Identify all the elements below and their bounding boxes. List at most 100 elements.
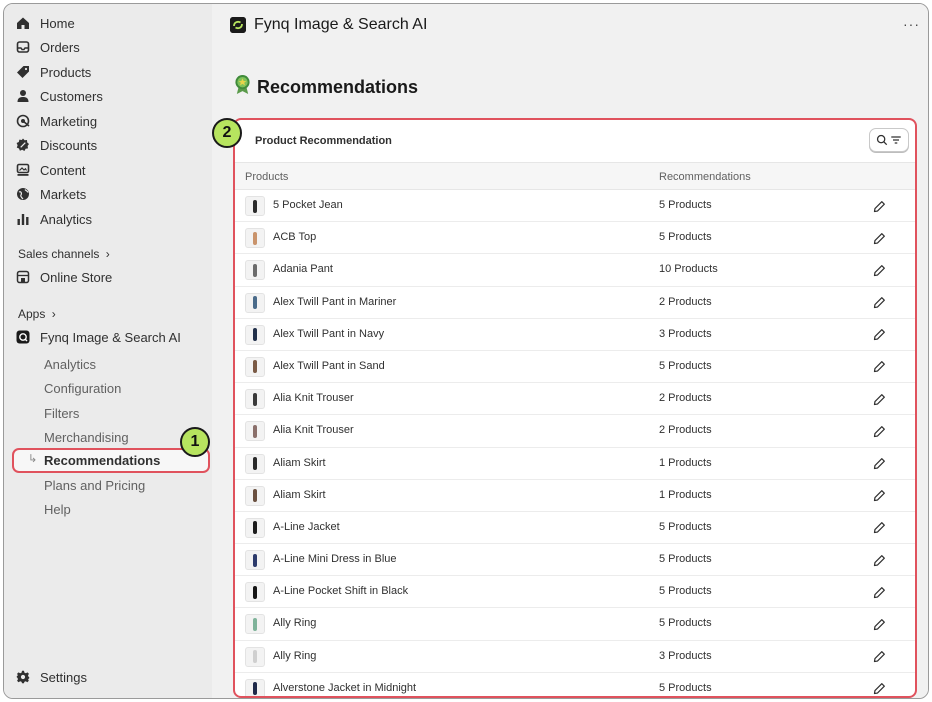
- edit-button[interactable]: [871, 520, 887, 536]
- sidebar-item-marketing[interactable]: Marketing: [16, 110, 97, 132]
- recommendation-count: 5 Products: [659, 231, 712, 244]
- table-row[interactable]: Alex Twill Pant in Navy 3 Products: [235, 319, 915, 351]
- sidebar-item-markets[interactable]: Markets: [16, 183, 86, 205]
- table-header: Products Recommendations: [235, 162, 915, 190]
- pencil-icon: [873, 490, 885, 502]
- pencil-icon: [873, 393, 885, 405]
- sidebar-subitem-recommendations[interactable]: Recommendations: [44, 449, 160, 471]
- product-image: [253, 296, 257, 310]
- app-title: Fynq Image & Search AI: [254, 16, 428, 33]
- sidebar-subitem-help[interactable]: Help: [44, 498, 71, 520]
- sidebar-item-analytics[interactable]: Analytics: [16, 208, 92, 230]
- sidebar-item-settings[interactable]: Settings: [16, 666, 87, 688]
- table-row[interactable]: 5 Pocket Jean 5 Products: [235, 190, 915, 223]
- table-row[interactable]: A-Line Jacket 5 Products: [235, 512, 915, 545]
- sidebar-subitem-plans-and-pricing[interactable]: Plans and Pricing: [44, 474, 145, 496]
- product-thumbnail: [245, 421, 265, 442]
- product-image: [253, 553, 257, 567]
- sidebar-item-content[interactable]: Content: [16, 159, 86, 181]
- table-row[interactable]: Alia Knit Trouser 2 Products: [235, 415, 915, 448]
- product-image: [253, 521, 257, 535]
- edit-button[interactable]: [871, 423, 887, 439]
- annotation-badge-1: 1: [180, 427, 210, 457]
- home-icon: [16, 16, 30, 30]
- product-image: [253, 617, 257, 631]
- table-row[interactable]: A-Line Pocket Shift in Black 5 Products: [235, 576, 915, 609]
- sales-channels-heading[interactable]: Sales channels ›: [18, 247, 110, 261]
- sidebar-subitem-filters[interactable]: Filters: [44, 402, 79, 424]
- edit-button[interactable]: [871, 359, 887, 375]
- sidebar-item-label: Discounts: [40, 137, 98, 153]
- chevron-right-icon: ›: [105, 247, 110, 261]
- edit-button[interactable]: [871, 616, 887, 632]
- product-thumbnail: [245, 228, 265, 249]
- pencil-icon: [873, 361, 885, 373]
- recommendation-count: 5 Products: [659, 617, 712, 630]
- sidebar-item-home[interactable]: Home: [16, 12, 75, 34]
- chevron-right-icon: ›: [51, 307, 56, 321]
- sidebar-item-label: Customers: [40, 88, 103, 104]
- filter-icon: [891, 136, 901, 144]
- sidebar-subitem-analytics[interactable]: Analytics: [44, 353, 96, 375]
- sidebar-item-discounts[interactable]: Discounts: [16, 134, 97, 156]
- edit-button[interactable]: [871, 391, 887, 407]
- table-row[interactable]: Alex Twill Pant in Mariner 2 Products: [235, 287, 915, 319]
- pencil-icon: [873, 200, 885, 212]
- table-row[interactable]: Aliam Skirt 1 Products: [235, 448, 915, 480]
- edit-button[interactable]: [871, 327, 887, 343]
- table-row[interactable]: Alia Knit Trouser 2 Products: [235, 383, 915, 416]
- edit-button[interactable]: [871, 262, 887, 278]
- sidebar-subitem-configuration[interactable]: Configuration: [44, 377, 121, 399]
- recommendation-count: 1 Products: [659, 488, 712, 501]
- recommendation-count: 5 Products: [659, 359, 712, 372]
- sidebar-item-customers[interactable]: Customers: [16, 85, 103, 107]
- pencil-icon: [873, 264, 885, 276]
- product-name: Alex Twill Pant in Navy: [273, 327, 385, 340]
- table-row[interactable]: Alex Twill Pant in Sand 5 Products: [235, 351, 915, 384]
- person-icon: [16, 89, 30, 103]
- sidebar-item-products[interactable]: Products: [16, 61, 91, 83]
- product-thumbnail: [245, 485, 265, 506]
- table-row[interactable]: A-Line Mini Dress in Blue 5 Products: [235, 544, 915, 577]
- target-icon: [16, 114, 30, 128]
- table-row[interactable]: ACB Top 5 Products: [235, 222, 915, 255]
- card-title: Product Recommendation: [255, 135, 392, 147]
- table-row[interactable]: Alverstone Jacket in Midnight 5 Products: [235, 673, 915, 696]
- recommendation-count: 5 Products: [659, 520, 712, 533]
- edit-button[interactable]: [871, 456, 887, 472]
- recommendation-count: 5 Products: [659, 199, 712, 211]
- edit-button[interactable]: [871, 488, 887, 504]
- search-filter-button[interactable]: [869, 128, 909, 152]
- product-name: Adania Pant: [273, 263, 333, 276]
- more-actions-button[interactable]: ···: [903, 16, 920, 32]
- product-image: [253, 360, 257, 374]
- edit-button[interactable]: [871, 295, 887, 311]
- table-row[interactable]: Adania Pant 10 Products: [235, 254, 915, 287]
- edit-button[interactable]: [871, 552, 887, 568]
- pencil-icon: [873, 619, 885, 631]
- recommendation-count: 3 Products: [659, 649, 712, 662]
- edit-button[interactable]: [871, 681, 887, 696]
- sidebar-item-label: Marketing: [40, 113, 98, 129]
- award-badge-icon: [234, 74, 251, 100]
- product-image: [253, 328, 257, 342]
- edit-button[interactable]: [871, 649, 887, 665]
- sidebar-item-online-store[interactable]: Online Store: [16, 266, 112, 288]
- edit-button[interactable]: [871, 584, 887, 600]
- edit-button[interactable]: [871, 230, 887, 246]
- table-row[interactable]: Ally Ring 5 Products: [235, 608, 915, 641]
- apps-heading[interactable]: Apps ›: [18, 307, 56, 321]
- sidebar-subitem-merchandising[interactable]: Merchandising: [44, 426, 129, 448]
- column-header-products: Products: [245, 171, 289, 183]
- sidebar-item-label: Fynq Image & Search AI: [40, 329, 181, 345]
- sidebar-item-label: Home: [40, 15, 75, 31]
- sidebar-item-orders[interactable]: Orders: [16, 36, 80, 58]
- sidebar-item-app[interactable]: Fynq Image & Search AI: [16, 326, 181, 348]
- sidebar-item-label: Settings: [40, 669, 87, 685]
- recommendation-count: 10 Products: [659, 263, 718, 276]
- edit-button[interactable]: [871, 198, 887, 214]
- store-icon: [16, 270, 30, 284]
- table-row[interactable]: Ally Ring 3 Products: [235, 641, 915, 673]
- product-name: Aliam Skirt: [273, 488, 326, 501]
- table-row[interactable]: Aliam Skirt 1 Products: [235, 480, 915, 512]
